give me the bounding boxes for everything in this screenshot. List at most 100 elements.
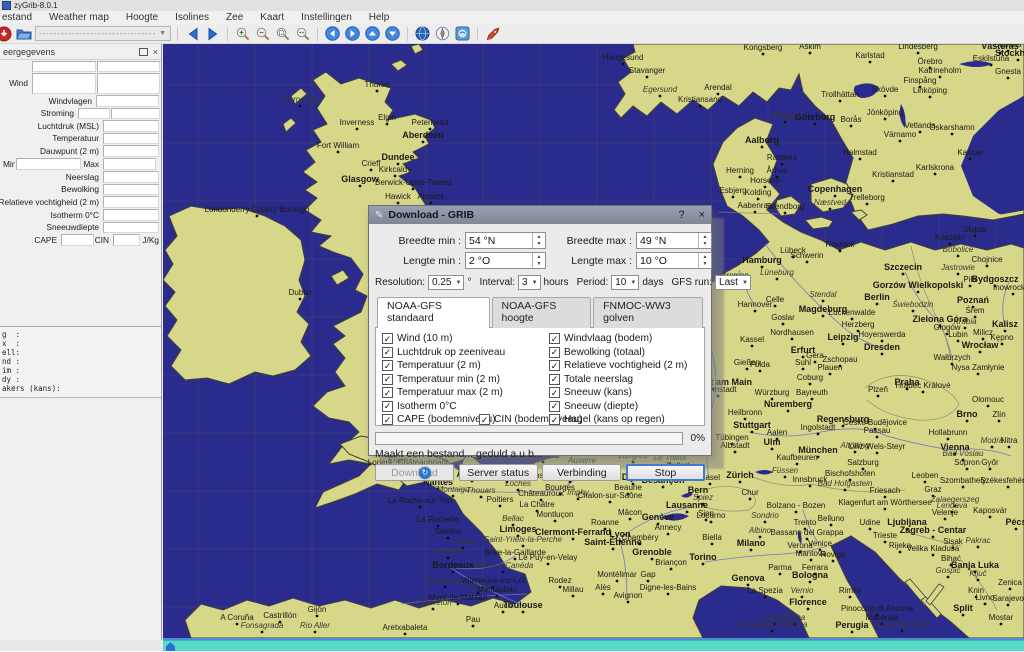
dialog-close-icon[interactable]: × [699,209,705,221]
map-city-label: Nuremberg [764,399,812,409]
map-city-label: Esbjerg [719,186,746,195]
map-city-label: Jönköping [867,108,903,117]
map-city-label: Campiglia Marittima [737,620,808,629]
map-city-label: Gorzów Wielkopolski [873,280,963,290]
spin-arrows-icon[interactable]: ▲▼ [698,233,711,248]
next-icon[interactable] [204,25,221,42]
map-city-dot [1007,77,1010,80]
dock-close-icon[interactable]: × [153,49,158,55]
lat-min-spinbox[interactable]: 54 °N▲▼ [465,232,546,249]
grib-file-combo[interactable]: --------------------------------▼ [35,26,171,41]
checkbox-totale-neerslag[interactable]: ✓Totale neerslag [549,373,687,387]
checkbox-cape-bodemniveau-[interactable]: ✓CAPE (bodemniveau) [382,413,479,427]
lon-max-spinbox[interactable]: 10 °O▲▼ [636,252,712,269]
compass-icon[interactable] [434,25,451,42]
map-city-dot [814,123,817,126]
row-label: Min [0,157,15,170]
server-status-button[interactable]: Server status [459,464,538,481]
map-city-dot [984,603,987,606]
pan-left-icon[interactable] [324,25,341,42]
row-label: Windvlagen [0,94,95,107]
checkbox-temperatuur-2-m-[interactable]: ✓Temperatuur (2 m) [382,359,549,373]
pan-down-icon[interactable] [384,25,401,42]
menu-item-kaart[interactable]: Kaart [260,12,284,23]
map-city-label: Florence [789,597,827,607]
map-city-dot [876,303,879,306]
open-file-icon[interactable] [15,25,32,42]
checkbox-wind-10-m-[interactable]: ✓Wind (10 m) [382,332,549,346]
lat-max-spinbox[interactable]: 49 °N▲▼ [636,232,712,249]
map-city-dot [432,608,435,611]
earth-view-icon[interactable] [454,25,471,42]
zoom-selection-icon[interactable] [274,25,291,42]
checkbox-icon: ✓ [549,360,560,371]
weather-data-row: Temperatuur [0,132,162,144]
zoom-in-icon[interactable] [234,25,251,42]
checkbox-sneeuw-diepte-[interactable]: ✓Sneeuw (diepte) [549,400,687,414]
pan-right-icon[interactable] [344,25,361,42]
map-city-dot [750,549,753,552]
resolution-combo[interactable]: 0.25▼ [428,275,464,290]
map-city-label: Kolding [745,188,772,197]
map-city-dot [822,300,825,303]
spin-arrows-icon[interactable]: ▲▼ [698,253,711,268]
checkbox-isotherm-0-c[interactable]: ✓Isotherm 0°C [382,400,549,414]
checkbox-luchtdruk-op-zeeniveau[interactable]: ✓Luchtdruk op zeeniveau [382,346,549,360]
checkbox-sneeuw-kans-[interactable]: ✓Sneeuw (kans) [549,386,687,400]
menu-item-zee[interactable]: Zee [226,12,243,23]
tab-fnmoc-ww3-golven[interactable]: FNMOC-WW3 golven [593,297,703,328]
map-city-label: Borås [841,115,862,124]
dialog-titlebar[interactable]: ✎ Download - GRIB ? × [369,206,711,224]
map-city-label: Hawick [385,192,412,201]
zoom-fit-icon[interactable] [294,25,311,42]
map-city-label: Castrillón [263,611,296,620]
map-city-label: Sarlat-la-Canéda [473,561,534,570]
map-city-dot [447,537,450,540]
checkbox-temperatuur-max-2-m-[interactable]: ✓Temperatuur max (2 m) [382,386,549,400]
map-city-label: Plzeň [868,385,888,394]
menu-item-instellingen[interactable]: Instellingen [301,12,352,23]
map-city-label: Peterhead [412,118,449,127]
prev-icon[interactable] [184,25,201,42]
timeline-slider[interactable] [163,640,1024,651]
tab-noaa-gfs-hoogte[interactable]: NOAA-GFS hoogte [492,297,592,328]
period-combo[interactable]: 10▼ [611,275,639,290]
globe-icon[interactable] [414,25,431,42]
verbinding-button[interactable]: Verbinding [542,464,621,481]
menu-item-weather-map[interactable]: Weather map [49,12,109,23]
map-city-dot [356,128,359,131]
dialog-help-icon[interactable]: ? [678,209,684,221]
menu-item-isolines[interactable]: Isolines [175,12,209,23]
map-city-dot [559,586,562,589]
gfsrun-combo[interactable]: Last▼ [715,275,751,290]
map-city-label: Kristianstad [872,170,914,179]
menu-item-estand[interactable]: estand [2,12,32,23]
lon-min-spinbox[interactable]: 2 °O▲▼ [465,252,546,269]
spin-arrows-icon[interactable]: ▲▼ [532,233,545,248]
pan-up-icon[interactable] [364,25,381,42]
map-city-dot [866,203,869,206]
checkbox-cin-bodemniveau-[interactable]: ✓CIN (bodemniveau) [479,413,549,427]
map-city-label: Dublin [289,288,312,297]
grib-download-icon[interactable] [0,25,12,42]
checkbox-bewolking-totaal-[interactable]: ✓Bewolking (totaal) [549,346,687,360]
tab-noaa-gfs-standaard[interactable]: NOAA-GFS standaard [377,297,490,328]
menu-item-hoogte[interactable]: Hoogte [126,12,158,23]
interval-combo[interactable]: 3▼ [518,275,541,290]
map-city-dot [667,593,670,596]
checkbox-windvlaag-bodem-[interactable]: ✓Windvlaag (bodem) [549,332,687,346]
map-city-dot [1012,293,1015,296]
checkbox-temperatuur-min-2-m-[interactable]: ✓Temperatuur min (2 m) [382,373,549,387]
map-city-label: Bellac [502,514,524,523]
dock-float-icon[interactable] [139,48,148,56]
map-city-label: Szczecin [884,262,922,272]
spin-arrows-icon[interactable]: ▲▼ [532,253,545,268]
map-city-dot [514,558,517,561]
menu-item-help[interactable]: Help [369,12,390,23]
rocket-icon[interactable] [484,25,501,42]
checkbox-hagel-kans-op-regen-[interactable]: ✓Hagel (kans op regen) [549,413,665,427]
checkbox-relatieve-vochtigheid-2-m-[interactable]: ✓Relatieve vochtigheid (2 m) [549,359,687,373]
zoom-out-icon[interactable] [254,25,271,42]
stop-button[interactable]: Stop [626,464,705,481]
map-city-label: Avignon [614,591,643,600]
